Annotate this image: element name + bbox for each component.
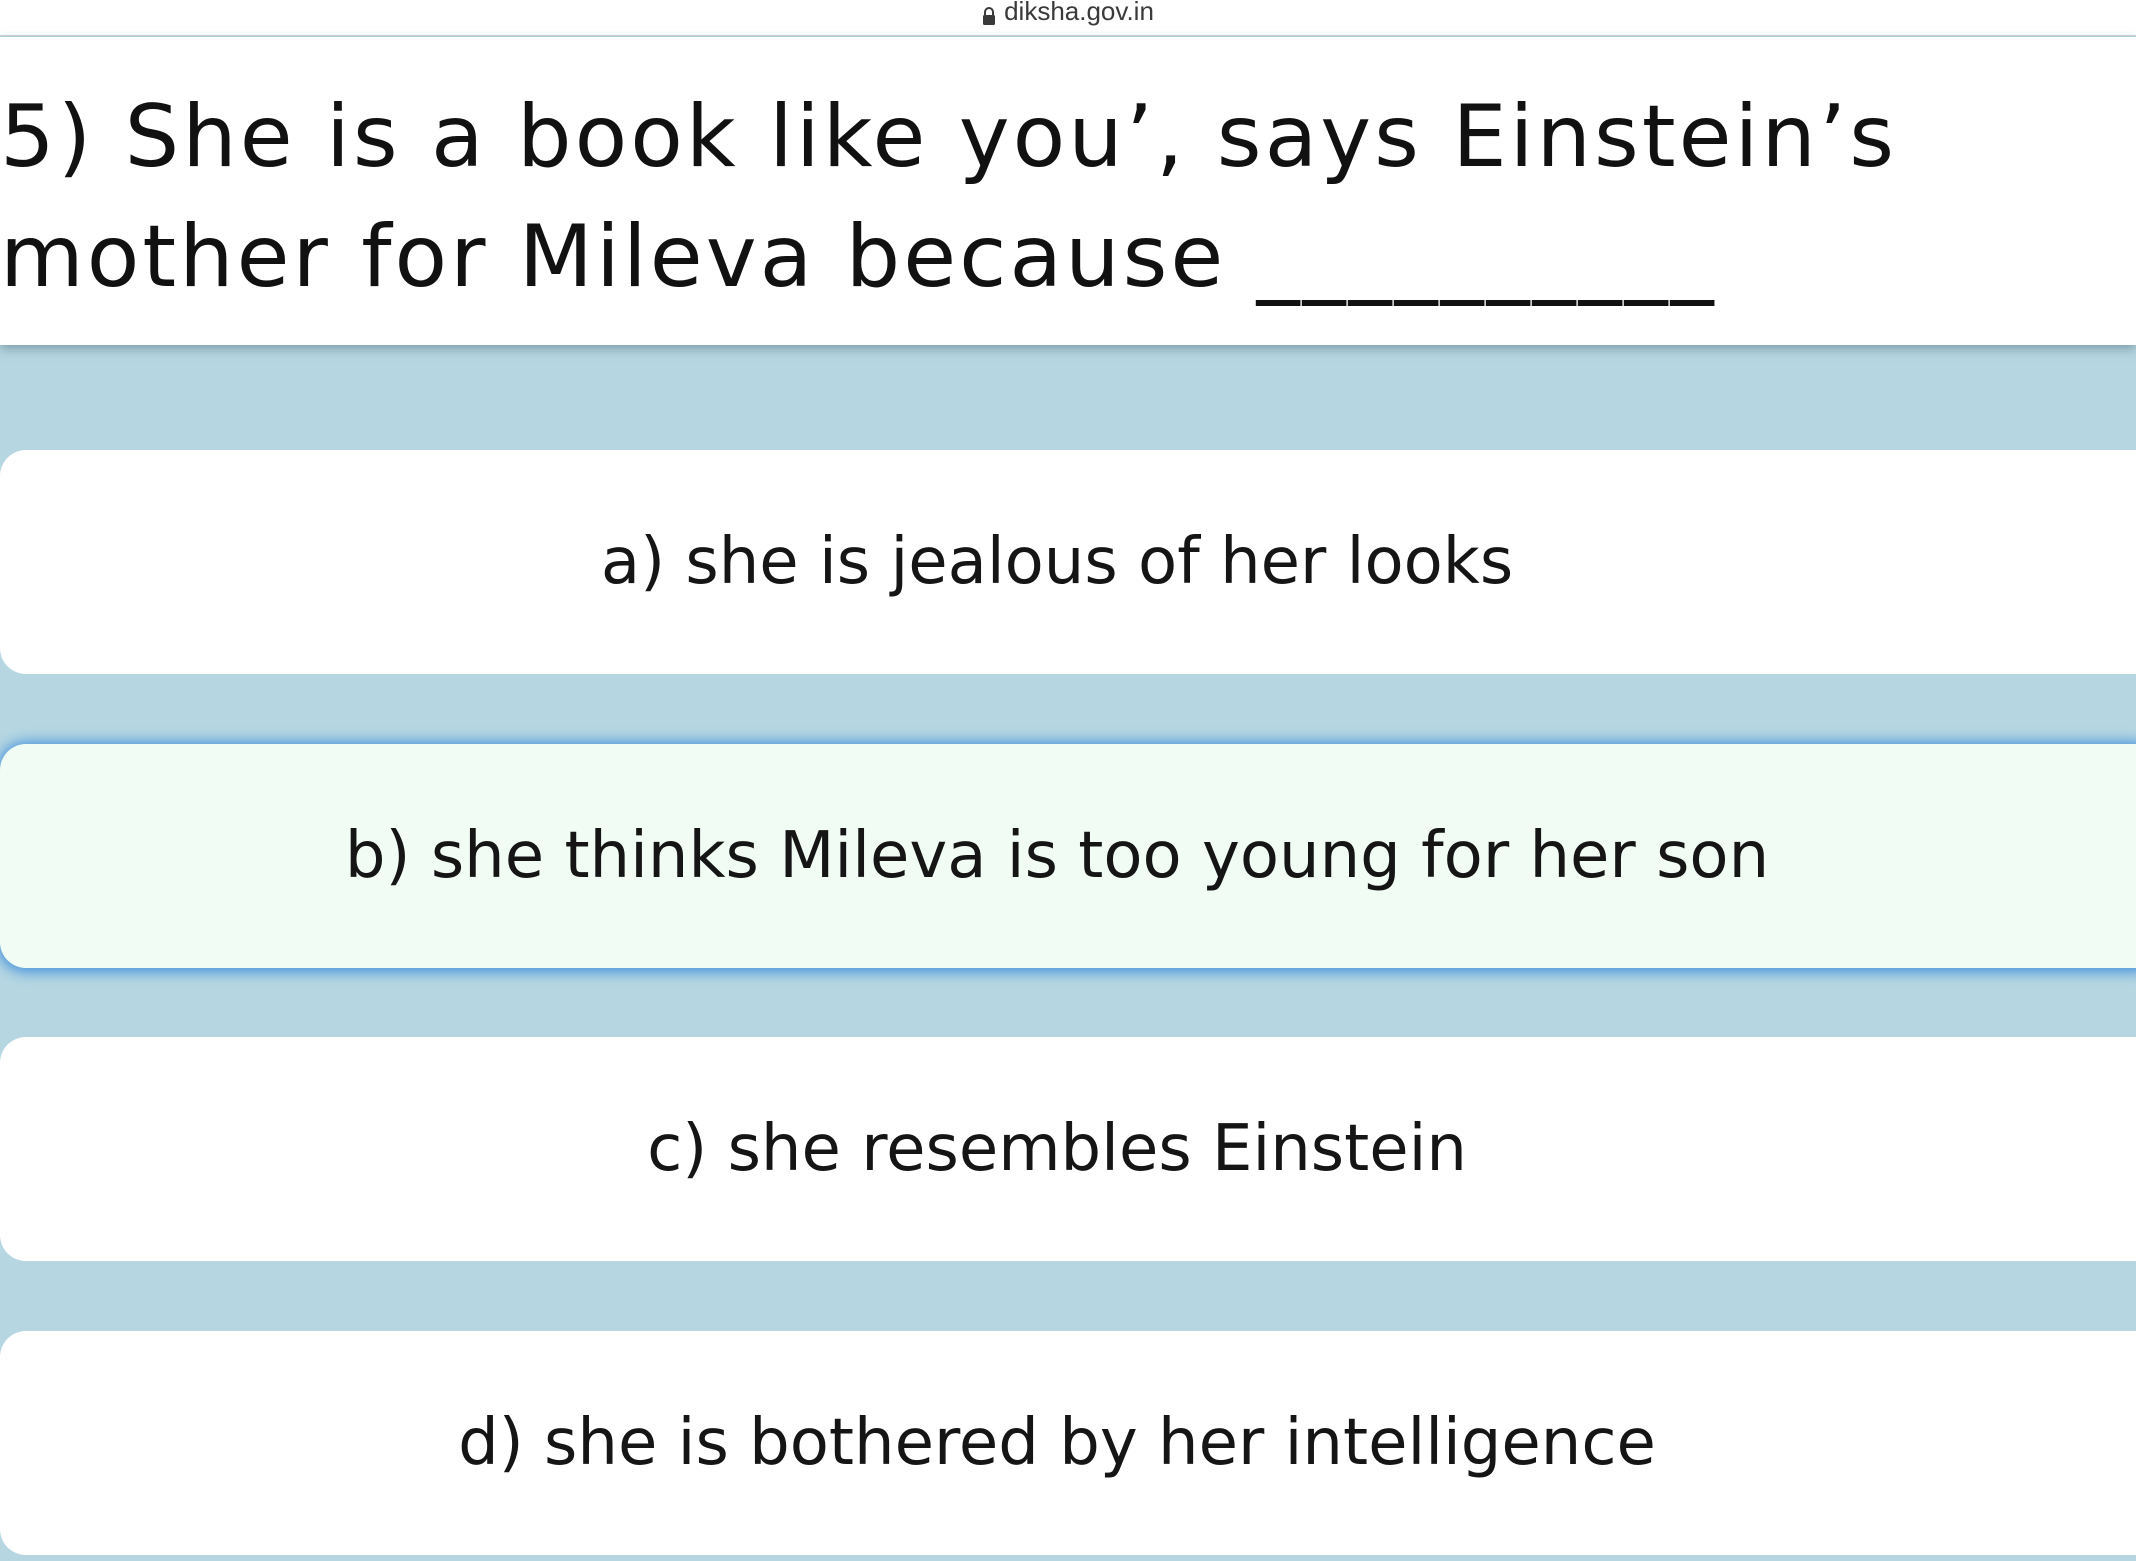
url-text: diksha.gov.in [1004,0,1154,26]
option-c[interactable]: c) she resembles Einstein [0,1037,2136,1261]
question-panel: 5) She is a book like you’, says Einstei… [0,37,2136,345]
option-a-label: a) she is jealous of her looks [600,525,1514,599]
option-b-label: b) she thinks Mileva is too young for he… [344,819,1770,893]
lock-icon [982,3,996,25]
option-d[interactable]: d) she is bothered by her intelligence [0,1331,2136,1555]
option-a[interactable]: a) she is jealous of her looks [0,450,2136,674]
option-d-label: d) she is bothered by her intelligence [458,1406,1656,1480]
option-b[interactable]: b) she thinks Mileva is too young for he… [0,744,2136,968]
browser-url-bar[interactable]: diksha.gov.in [0,0,2136,36]
option-c-label: c) she resembles Einstein [647,1112,1467,1186]
url-display[interactable]: diksha.gov.in [982,0,1154,26]
question-text: 5) She is a book like you’, says Einstei… [0,87,1928,307]
